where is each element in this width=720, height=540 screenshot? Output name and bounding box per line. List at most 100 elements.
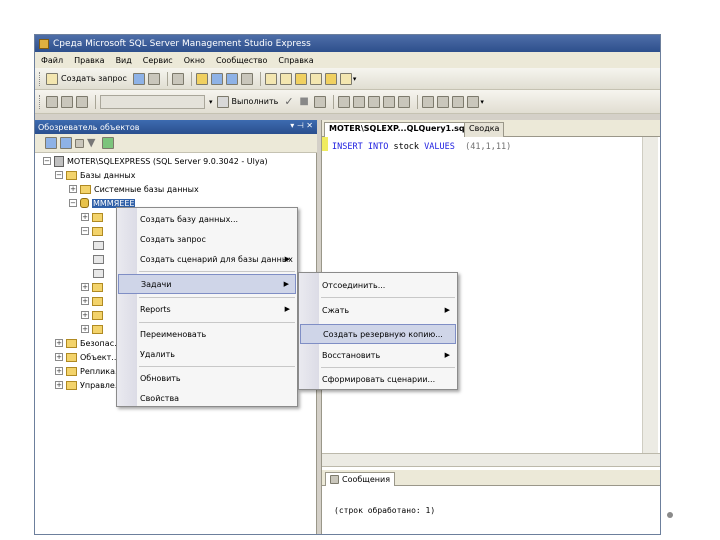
- expand-icon[interactable]: +: [81, 297, 89, 305]
- expand-icon[interactable]: +: [55, 367, 63, 375]
- expand-icon[interactable]: +: [55, 339, 63, 347]
- expand-icon[interactable]: +: [81, 283, 89, 291]
- menu-item-detach[interactable]: Отсоединить...: [300, 275, 456, 295]
- menu-view[interactable]: Вид: [116, 56, 132, 65]
- menu-tools[interactable]: Сервис: [143, 56, 173, 65]
- change-connection-icon[interactable]: [76, 95, 88, 108]
- open-file-icon[interactable]: [195, 72, 208, 85]
- analysis-query-icon[interactable]: [147, 72, 160, 85]
- menu-item-refresh[interactable]: Обновить: [118, 368, 296, 388]
- save-all-icon[interactable]: [225, 72, 238, 85]
- results-to-file-icon[interactable]: [398, 95, 411, 108]
- editor-splitter[interactable]: [322, 453, 660, 467]
- connect-icon[interactable]: [46, 95, 58, 108]
- menu-community[interactable]: Сообщество: [216, 56, 267, 65]
- cancel-query-icon[interactable]: ■: [299, 96, 311, 108]
- tree-item-security[interactable]: + Безопас...: [55, 337, 122, 349]
- refresh-icon[interactable]: [102, 137, 114, 149]
- toolbar-options-icon[interactable]: ▾: [353, 75, 357, 83]
- execute-icon[interactable]: [216, 95, 229, 108]
- tree-item-server-objects[interactable]: + Объект...: [55, 351, 119, 363]
- tree-item[interactable]: +: [81, 281, 106, 293]
- tree-item-server[interactable]: − MOTER\SQLEXPRESS (SQL Server 9.0.3042 …: [43, 155, 268, 167]
- template-explorer-icon[interactable]: [294, 72, 307, 85]
- menu-item-backup[interactable]: Создать резервную копию...: [300, 324, 456, 344]
- menu-item-rename[interactable]: Переименовать: [118, 324, 296, 344]
- toolbar-grip[interactable]: [39, 71, 42, 86]
- sql-code[interactable]: INSERT INTO stock VALUES (41,1,11): [332, 142, 511, 152]
- expand-icon[interactable]: +: [55, 353, 63, 361]
- connect-icon[interactable]: [45, 137, 57, 149]
- display-plan-icon[interactable]: [314, 95, 327, 108]
- tab-query[interactable]: MOTER\SQLEXP...QLQuery1.sql*: [324, 122, 477, 137]
- menu-window[interactable]: Окно: [184, 56, 205, 65]
- editor-vertical-scrollbar[interactable]: [642, 137, 658, 453]
- tree-item[interactable]: [93, 239, 107, 251]
- tab-messages[interactable]: Сообщения: [325, 472, 396, 486]
- toolbox-icon[interactable]: [339, 72, 352, 85]
- menu-item-properties[interactable]: Свойства: [118, 388, 296, 408]
- close-icon[interactable]: ✕: [306, 121, 313, 130]
- decrease-indent-icon[interactable]: [452, 95, 465, 108]
- collapse-icon[interactable]: −: [43, 157, 51, 165]
- tree-item-management[interactable]: + Управле...: [55, 379, 122, 391]
- tree-item[interactable]: +: [81, 211, 106, 223]
- tree-item[interactable]: +: [81, 295, 106, 307]
- tree-item-system-databases[interactable]: + Системные базы данных: [69, 183, 199, 195]
- solution-explorer-icon[interactable]: [309, 72, 322, 85]
- increase-indent-icon[interactable]: [467, 95, 480, 108]
- toolbar-options-icon[interactable]: ▾: [480, 98, 484, 106]
- menu-edit[interactable]: Правка: [74, 56, 104, 65]
- properties-icon[interactable]: [324, 72, 337, 85]
- new-query-icon[interactable]: [46, 72, 58, 85]
- specify-values-icon[interactable]: [353, 95, 366, 108]
- chevron-down-icon[interactable]: ▾: [290, 121, 294, 130]
- menu-item-generate-scripts[interactable]: Сформировать сценарии...: [300, 369, 456, 389]
- chevron-down-icon[interactable]: ▾: [209, 98, 213, 106]
- menu-item-script-database[interactable]: Создать сценарий для базы данных ▶: [118, 249, 296, 269]
- tree-item[interactable]: +: [81, 309, 106, 321]
- save-icon[interactable]: [210, 72, 223, 85]
- parse-icon[interactable]: ✓: [284, 95, 296, 108]
- tree-item-databases[interactable]: − Базы данных: [55, 169, 135, 181]
- new-file-icon[interactable]: [171, 72, 184, 85]
- object-explorer-icon[interactable]: [279, 72, 292, 85]
- toolbar-grip[interactable]: [39, 94, 42, 109]
- execute-button[interactable]: Выполнить: [232, 97, 279, 106]
- stop-icon[interactable]: [75, 138, 84, 148]
- menu-file[interactable]: Файл: [41, 56, 63, 65]
- collapse-icon[interactable]: −: [55, 171, 63, 179]
- menu-item-reports[interactable]: Reports ▶: [118, 299, 296, 319]
- tree-item[interactable]: +: [81, 323, 106, 335]
- expand-icon[interactable]: +: [81, 325, 89, 333]
- expand-icon[interactable]: +: [81, 213, 89, 221]
- results-to-grid-icon[interactable]: [383, 95, 396, 108]
- results-to-text-icon[interactable]: [368, 95, 381, 108]
- tree-item[interactable]: [93, 267, 107, 279]
- collapse-icon[interactable]: −: [81, 227, 89, 235]
- registered-servers-icon[interactable]: [264, 72, 277, 85]
- available-databases-select[interactable]: [100, 94, 205, 109]
- menu-item-shrink[interactable]: Сжать ▶: [300, 300, 456, 320]
- tab-summary[interactable]: Сводка: [464, 122, 505, 137]
- disconnect-icon[interactable]: [61, 95, 73, 108]
- menu-help[interactable]: Справка: [278, 56, 313, 65]
- disconnect-icon[interactable]: [60, 137, 72, 149]
- print-icon[interactable]: [240, 72, 253, 85]
- database-engine-query-icon[interactable]: [132, 72, 145, 85]
- expand-icon[interactable]: +: [55, 381, 63, 389]
- expand-icon[interactable]: +: [69, 185, 77, 193]
- tree-item[interactable]: [93, 253, 107, 265]
- expand-icon[interactable]: +: [81, 311, 89, 319]
- menu-item-delete[interactable]: Удалить: [118, 344, 296, 364]
- menu-item-restore[interactable]: Восстановить ▶: [300, 345, 456, 365]
- filter-icon[interactable]: ▼: [87, 137, 99, 149]
- uncomment-icon[interactable]: [437, 95, 450, 108]
- menu-item-new-query[interactable]: Создать запрос: [118, 229, 296, 249]
- tree-item-replication[interactable]: + Реплика...: [55, 365, 123, 377]
- collapse-icon[interactable]: −: [69, 199, 77, 207]
- query-designer-icon[interactable]: [338, 95, 351, 108]
- menu-item-tasks[interactable]: Задачи ▶: [118, 274, 296, 294]
- menu-item-new-database[interactable]: Создать базу данных...: [118, 209, 296, 229]
- pin-icon[interactable]: ⊣: [297, 121, 304, 130]
